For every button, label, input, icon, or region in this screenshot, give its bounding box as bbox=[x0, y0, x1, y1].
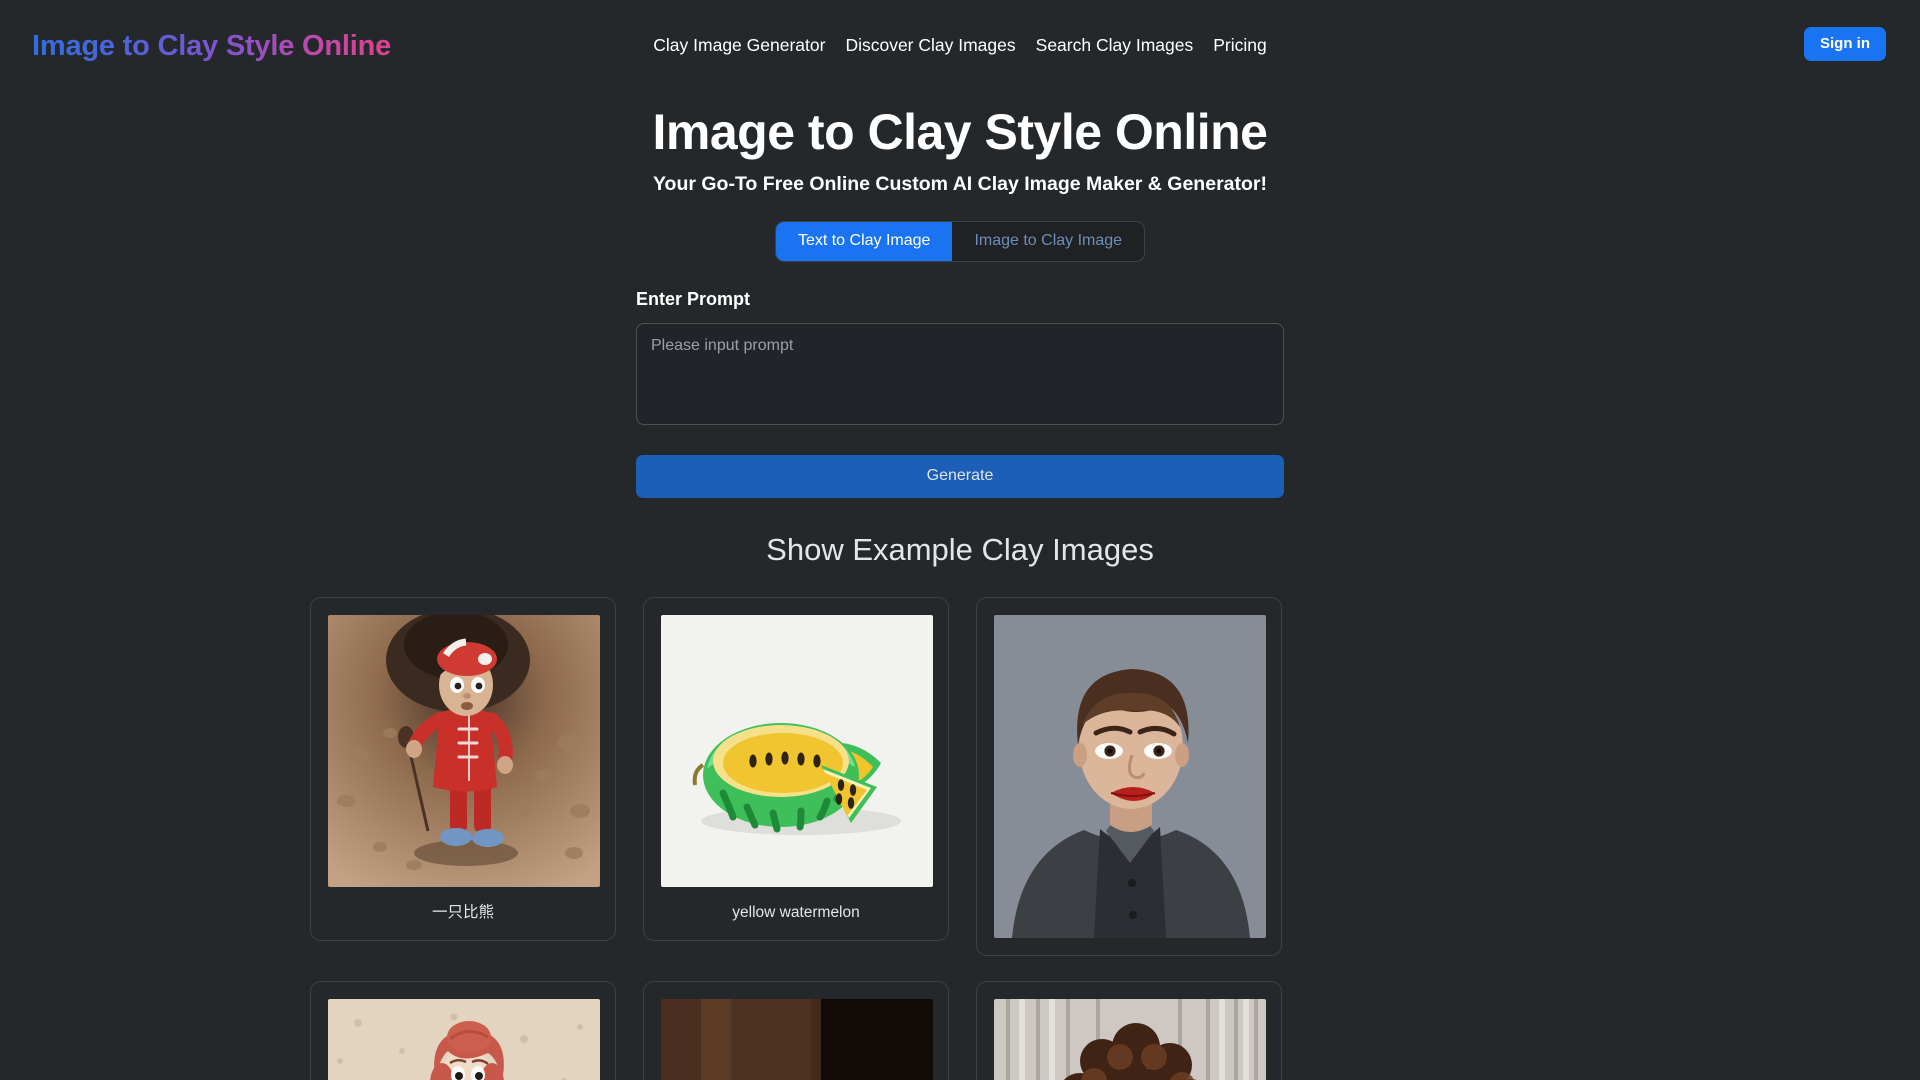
page-subtitle: Your Go-To Free Online Custom AI Clay Im… bbox=[652, 173, 1267, 195]
gallery-card[interactable] bbox=[643, 981, 949, 1080]
clay-yellow-watermelon-image bbox=[661, 615, 933, 888]
prompt-input[interactable] bbox=[636, 323, 1284, 426]
clay-dark-hair-person-thumbnail[interactable] bbox=[661, 999, 933, 1080]
gallery-card[interactable]: a woman bbox=[310, 981, 616, 1080]
clay-curly-hair-woman-image bbox=[994, 999, 1266, 1080]
gallery-card[interactable] bbox=[976, 597, 1282, 957]
sign-in-button[interactable]: Sign in bbox=[1804, 27, 1886, 61]
tab-text-to-clay-image[interactable]: Text to Clay Image bbox=[775, 222, 953, 262]
gallery-heading: Show Example Clay Images bbox=[766, 532, 1154, 568]
mode-tab-switcher: Text to Clay Image Image to Clay Image bbox=[774, 221, 1146, 263]
clay-woman-green-dress-image bbox=[328, 999, 600, 1080]
clay-boy-red-suit-image bbox=[328, 615, 600, 888]
generate-button[interactable]: Generate bbox=[636, 455, 1284, 499]
clay-woman-green-dress-thumbnail[interactable] bbox=[328, 999, 600, 1080]
site-header: Image to Clay Style Online Clay Image Ge… bbox=[0, 0, 1920, 92]
clay-curly-hair-woman-thumbnail[interactable] bbox=[994, 999, 1266, 1080]
clay-boy-red-suit-thumbnail[interactable] bbox=[328, 615, 600, 888]
gallery-card[interactable] bbox=[976, 981, 1282, 1080]
clay-dark-hair-person-image bbox=[661, 999, 933, 1080]
prompt-label: Enter Prompt bbox=[636, 289, 751, 310]
prompt-form: Enter Prompt Generate bbox=[636, 289, 1284, 499]
clay-woman-portrait-thumbnail[interactable] bbox=[994, 615, 1266, 939]
gallery-card[interactable]: 一只比熊 bbox=[310, 597, 616, 941]
clay-yellow-watermelon-thumbnail[interactable] bbox=[661, 615, 933, 888]
main-nav: Clay Image Generator Discover Clay Image… bbox=[653, 37, 1266, 55]
nav-discover-clay-images[interactable]: Discover Clay Images bbox=[845, 37, 1015, 55]
example-gallery: 一只比熊 yellow watermelon bbox=[310, 597, 1610, 1080]
page-title: Image to Clay Style Online bbox=[652, 104, 1268, 160]
hero-section: Image to Clay Style Online Your Go-To Fr… bbox=[0, 104, 1920, 196]
gallery-card-caption: yellow watermelon bbox=[732, 904, 860, 922]
gallery-card[interactable]: yellow watermelon bbox=[643, 597, 949, 941]
brand-logo[interactable]: Image to Clay Style Online bbox=[32, 30, 391, 63]
nav-pricing[interactable]: Pricing bbox=[1213, 37, 1267, 55]
nav-clay-image-generator[interactable]: Clay Image Generator bbox=[653, 37, 825, 55]
clay-woman-portrait-image bbox=[994, 615, 1266, 939]
tab-image-to-clay-image[interactable]: Image to Clay Image bbox=[952, 222, 1144, 261]
gallery-card-caption: 一只比熊 bbox=[431, 904, 494, 922]
nav-search-clay-images[interactable]: Search Clay Images bbox=[1036, 37, 1194, 55]
